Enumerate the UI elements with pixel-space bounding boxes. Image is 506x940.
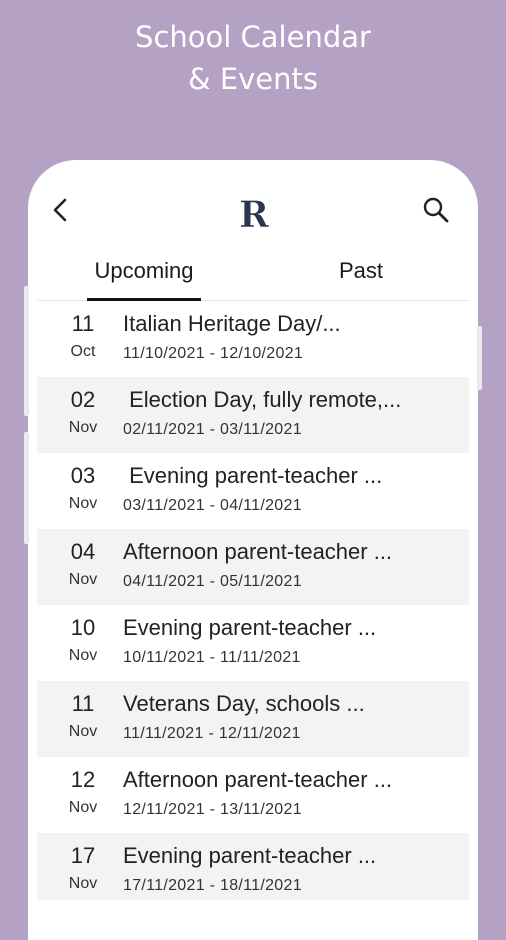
event-dates: 17/11/2021 - 18/11/2021 — [123, 877, 302, 894]
app-screen: R Upcoming Past 11 Oct Italian Heritage Da… — [37, 160, 469, 900]
event-row[interactable]: 02 Nov Election Day, fully remote,... 02/1… — [37, 377, 469, 453]
event-list: 11 Oct Italian Heritage Day/... 11/10/2021 … — [37, 301, 469, 900]
phone-side-button — [24, 432, 29, 544]
event-dates: 10/11/2021 - 11/11/2021 — [123, 649, 301, 666]
school-logo: R — [236, 194, 272, 237]
event-title: Veterans Day, schools ... — [123, 691, 365, 716]
event-day: 02 — [70, 387, 96, 412]
event-row[interactable]: 04 Nov Afternoon parent-teacher ... 04/11/2… — [37, 529, 469, 605]
top-bar: R — [37, 160, 469, 260]
event-title: Italian Heritage Day/... — [123, 311, 341, 336]
event-month: Nov — [68, 647, 98, 664]
event-day: 11 — [71, 311, 95, 336]
event-dates: 11/10/2021 - 12/10/2021 — [123, 345, 304, 362]
event-month: Nov — [68, 875, 98, 892]
event-month: Oct — [70, 343, 96, 360]
promo-headline-line1: School Calendar — [135, 20, 371, 54]
event-day: 03 — [70, 463, 96, 488]
event-dates: 11/11/2021 - 12/11/2021 — [123, 725, 301, 742]
promo-headline: School Calendar & Events — [0, 16, 506, 100]
event-row[interactable]: 03 Nov Evening parent-teacher ... 03/11/20… — [37, 453, 469, 529]
event-title: Evening parent-teacher ... — [123, 463, 383, 488]
search-button[interactable] — [421, 194, 451, 226]
event-row[interactable]: 11 Oct Italian Heritage Day/... 11/10/2021 … — [37, 301, 469, 377]
event-row[interactable]: 17 Nov Evening parent-teacher ... 17/11/202… — [37, 833, 469, 900]
event-title: Afternoon parent-teacher ... — [123, 539, 393, 564]
search-icon — [423, 197, 449, 223]
event-dates: 12/11/2021 - 13/11/2021 — [123, 801, 302, 818]
phone-side-button — [24, 286, 29, 416]
event-row[interactable]: 10 Nov Evening parent-teacher ... 10/11/202… — [37, 605, 469, 681]
chevron-left-icon — [53, 198, 67, 222]
event-month: Nov — [68, 495, 98, 512]
tab-upcoming[interactable]: Upcoming — [87, 254, 201, 301]
event-day: 17 — [70, 843, 96, 868]
svg-text:R: R — [239, 194, 270, 234]
promo-headline-line2: & Events — [187, 62, 319, 96]
event-title: Afternoon parent-teacher ... — [123, 767, 393, 792]
event-month: Nov — [68, 799, 98, 816]
event-day: 10 — [70, 615, 96, 640]
phone-side-button — [477, 326, 482, 390]
event-row[interactable]: 12 Nov Afternoon parent-teacher ... 12/11/2… — [37, 757, 469, 833]
tab-bar: Upcoming Past — [37, 254, 469, 301]
event-day: 12 — [70, 767, 96, 792]
event-day: 11 — [71, 691, 95, 716]
event-title: Election Day, fully remote,... — [123, 387, 402, 412]
event-row[interactable]: 11 Nov Veterans Day, schools ... 11/11/2021… — [37, 681, 469, 757]
back-button[interactable] — [49, 194, 73, 226]
event-day: 04 — [70, 539, 96, 564]
event-month: Nov — [68, 571, 98, 588]
event-month: Nov — [68, 723, 98, 740]
tab-past[interactable]: Past — [319, 254, 403, 300]
event-dates: 03/11/2021 - 04/11/2021 — [123, 497, 302, 514]
event-title: Evening parent-teacher ... — [123, 843, 377, 868]
event-dates: 04/11/2021 - 05/11/2021 — [123, 573, 302, 590]
event-title: Evening parent-teacher ... — [123, 615, 377, 640]
event-month: Nov — [68, 419, 98, 436]
event-dates: 02/11/2021 - 03/11/2021 — [123, 421, 302, 438]
